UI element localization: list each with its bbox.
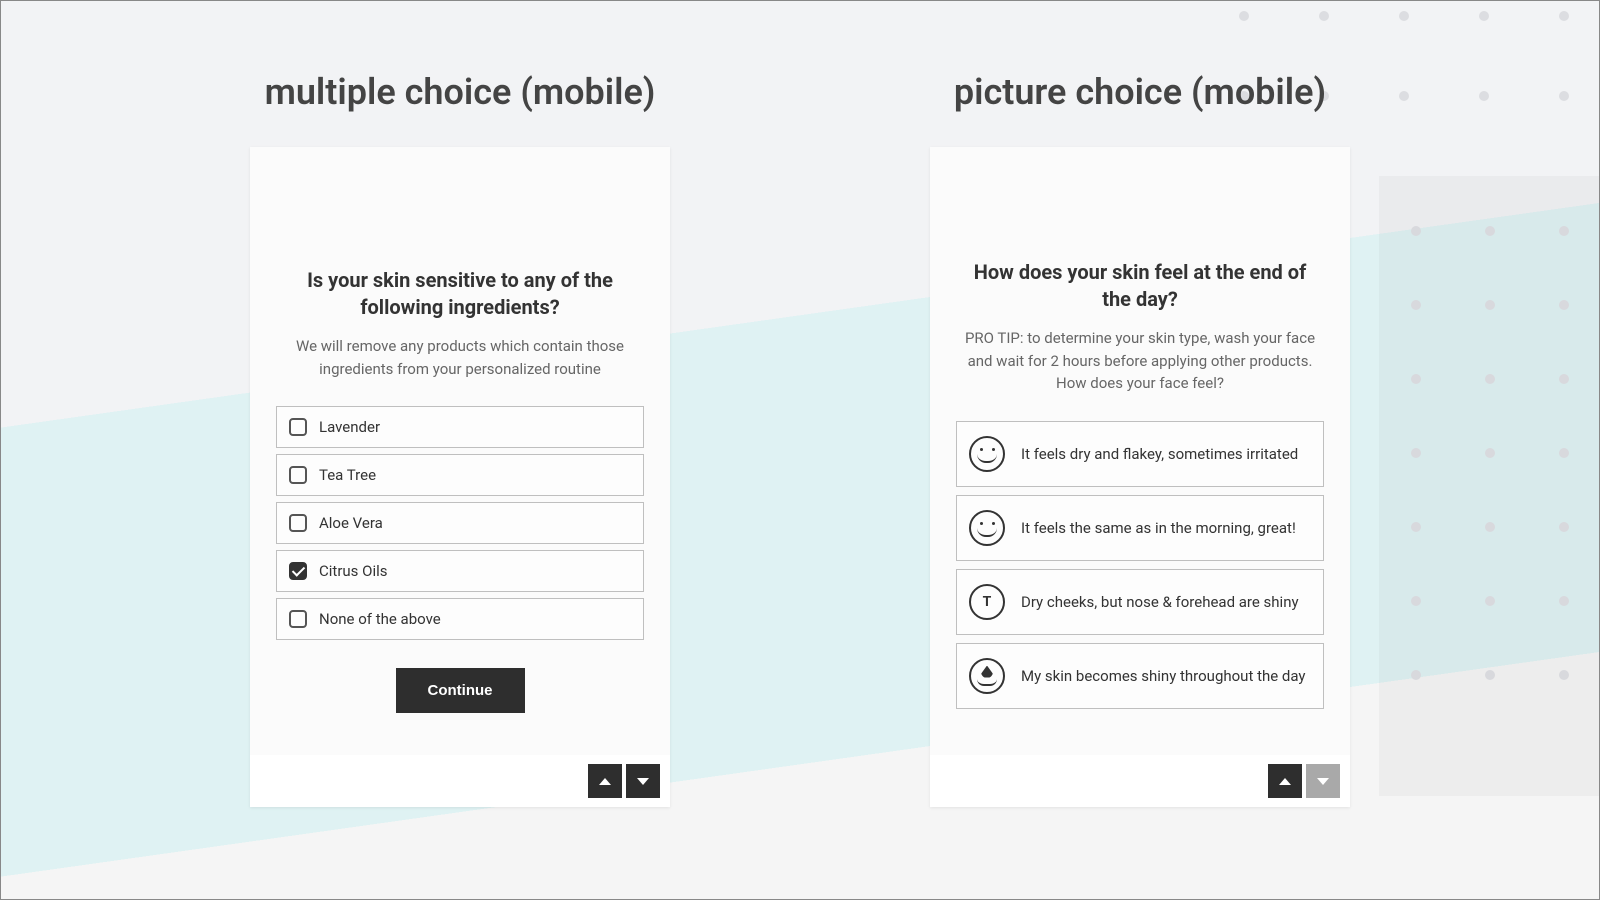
option-aloe-vera[interactable]: Aloe Vera — [276, 502, 644, 544]
picture-option-shiny[interactable]: My skin becomes shiny throughout the day — [956, 643, 1324, 709]
option-label: It feels dry and flakey, sometimes irrit… — [1021, 445, 1298, 463]
question-title: Is your skin sensitive to any of the fol… — [282, 267, 638, 321]
nav-up-button[interactable] — [1268, 764, 1302, 798]
right-column-title: picture choice (mobile) — [930, 71, 1350, 113]
mobile-mock-multiple-choice: Is your skin sensitive to any of the fol… — [250, 147, 670, 807]
option-label: Tea Tree — [319, 466, 376, 484]
nav-down-button-disabled[interactable] — [1306, 764, 1340, 798]
face-dry-icon — [969, 436, 1005, 472]
nav-down-button[interactable] — [626, 764, 660, 798]
face-normal-icon — [969, 510, 1005, 546]
option-label: Dry cheeks, but nose & forehead are shin… — [1021, 593, 1299, 611]
option-lavender[interactable]: Lavender — [276, 406, 644, 448]
picture-option-dry[interactable]: It feels dry and flakey, sometimes irrit… — [956, 421, 1324, 487]
option-label: Aloe Vera — [319, 514, 383, 532]
checkbox-icon — [289, 466, 307, 484]
nav-footer — [250, 755, 670, 807]
oil-drop-icon — [969, 658, 1005, 694]
checkbox-icon — [289, 610, 307, 628]
chevron-down-icon — [637, 778, 649, 785]
checkbox-icon — [289, 514, 307, 532]
option-none[interactable]: None of the above — [276, 598, 644, 640]
nav-footer — [930, 755, 1350, 807]
left-column-title: multiple choice (mobile) — [250, 71, 670, 113]
continue-button[interactable]: Continue — [396, 668, 525, 713]
picture-option-tzone[interactable]: T Dry cheeks, but nose & forehead are sh… — [956, 569, 1324, 635]
option-label: It feels the same as in the morning, gre… — [1021, 519, 1296, 537]
option-label: Citrus Oils — [319, 562, 388, 580]
option-label: My skin becomes shiny throughout the day — [1021, 667, 1306, 685]
checkbox-checked-icon — [289, 562, 307, 580]
question-subtitle: PRO TIP: to determine your skin type, wa… — [962, 327, 1318, 395]
checkbox-icon — [289, 418, 307, 436]
question-title: How does your skin feel at the end of th… — [962, 259, 1318, 313]
mobile-mock-picture-choice: How does your skin feel at the end of th… — [930, 147, 1350, 807]
picture-option-same[interactable]: It feels the same as in the morning, gre… — [956, 495, 1324, 561]
nav-up-button[interactable] — [588, 764, 622, 798]
option-tea-tree[interactable]: Tea Tree — [276, 454, 644, 496]
chevron-up-icon — [1279, 778, 1291, 785]
option-label: Lavender — [319, 418, 380, 436]
option-citrus-oils[interactable]: Citrus Oils — [276, 550, 644, 592]
option-label: None of the above — [319, 610, 441, 628]
tzone-icon: T — [969, 584, 1005, 620]
question-subtitle: We will remove any products which contai… — [282, 335, 638, 380]
chevron-up-icon — [599, 778, 611, 785]
chevron-down-icon — [1317, 778, 1329, 785]
